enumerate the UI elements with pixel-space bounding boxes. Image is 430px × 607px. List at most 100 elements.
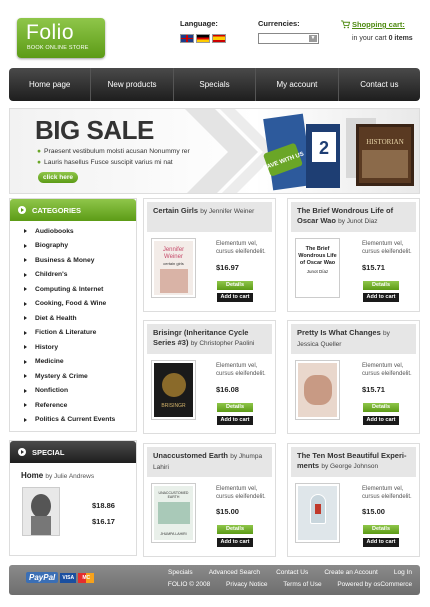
add-to-cart-button[interactable]: Add to cart bbox=[217, 293, 253, 302]
shopping-cart-link[interactable]: Shopping cart: bbox=[352, 20, 405, 29]
product-cover[interactable]: The Brief Wondrous Life of Oscar Wao Jun… bbox=[295, 238, 340, 298]
product-cover[interactable]: UNACCUSTOMED EARTH JHUMPA LAHIRI bbox=[151, 483, 196, 543]
language-label: Language: bbox=[180, 19, 218, 28]
category-item[interactable]: Medicine bbox=[10, 355, 136, 370]
footer-link-terms[interactable]: Terms of Use bbox=[283, 581, 321, 588]
bullet-icon: ● bbox=[37, 159, 42, 166]
cover-subtitle: JHUMPA LAHIRI bbox=[160, 532, 187, 536]
spanish-flag-icon[interactable] bbox=[212, 34, 226, 43]
footer-link-advanced-search[interactable]: Advanced Search bbox=[209, 569, 260, 576]
bullet-icon bbox=[24, 258, 27, 263]
svg-text:2: 2 bbox=[319, 138, 329, 158]
category-label: Reference bbox=[35, 401, 68, 409]
add-to-cart-button[interactable]: Add to cart bbox=[217, 538, 253, 547]
nav-home[interactable]: Home page bbox=[9, 68, 92, 101]
category-item[interactable]: Cooking, Food & Wine bbox=[10, 297, 136, 312]
product-cover[interactable] bbox=[295, 360, 340, 420]
paypal-logo: PayPal bbox=[26, 572, 59, 583]
add-to-cart-button[interactable]: Add to cart bbox=[217, 416, 253, 425]
german-flag-icon[interactable] bbox=[196, 34, 210, 43]
category-item[interactable]: Fiction & Literature bbox=[10, 326, 136, 341]
add-to-cart-button[interactable]: Add to cart bbox=[363, 538, 399, 547]
special-book-cover[interactable] bbox=[22, 487, 60, 536]
bullet-icon bbox=[24, 301, 27, 306]
add-to-cart-button[interactable]: Add to cart bbox=[363, 293, 399, 302]
logo[interactable]: Folio BOOK ONLINE STORE bbox=[17, 18, 105, 58]
bullet-icon bbox=[24, 403, 27, 408]
special-new-price: $16.17 bbox=[92, 517, 115, 526]
banner-bullet: Praesent vestibulum molsti acusan Nonumm… bbox=[44, 148, 190, 155]
product-desc: Elementum vel, cursus eleifendelit. bbox=[216, 485, 266, 501]
category-label: Medicine bbox=[35, 358, 64, 366]
nav-specials[interactable]: Specials bbox=[174, 68, 257, 101]
desc-line: cursus eleifendelit. bbox=[216, 494, 266, 500]
nav-new-products[interactable]: New products bbox=[91, 68, 174, 101]
category-label: Politics & Current Events bbox=[35, 416, 116, 424]
desc-line: cursus eleifendelit. bbox=[362, 249, 412, 255]
bullet-icon bbox=[24, 330, 27, 335]
footer-link-specials[interactable]: Specials bbox=[168, 569, 193, 576]
category-item[interactable]: Diet & Health bbox=[10, 311, 136, 326]
powered-by[interactable]: Powered by osCommerce bbox=[337, 581, 412, 588]
click-here-button[interactable]: click here bbox=[38, 172, 78, 183]
product-title[interactable]: Unaccustomed Earth bbox=[153, 451, 228, 460]
banner-title: BIG SALE bbox=[35, 115, 154, 145]
category-item[interactable]: Business & Money bbox=[10, 253, 136, 268]
product-desc: Elementum vel, cursus eleifendelit. bbox=[362, 362, 412, 378]
details-button[interactable]: Details bbox=[217, 281, 253, 290]
details-button[interactable]: Details bbox=[363, 403, 399, 412]
category-item[interactable]: History bbox=[10, 340, 136, 355]
desc-line: Elementum vel, bbox=[216, 241, 258, 247]
footer-link-privacy[interactable]: Privacy Notice bbox=[226, 581, 268, 588]
cart-item-count: 0 items bbox=[388, 35, 413, 42]
special-old-price: $18.86 bbox=[92, 501, 115, 510]
product-cover[interactable]: Jennifer Weiner certain girls bbox=[151, 238, 196, 298]
category-item[interactable]: Computing & Internet bbox=[10, 282, 136, 297]
category-label: Nonfiction bbox=[35, 387, 69, 395]
desc-line: cursus eleifendelit. bbox=[216, 371, 266, 377]
bullet-icon bbox=[24, 388, 27, 393]
product-title[interactable]: Pretty Is What Changes bbox=[297, 328, 381, 337]
details-button[interactable]: Details bbox=[217, 525, 253, 534]
bullet-icon bbox=[24, 316, 27, 321]
category-item[interactable]: Mystery & Crime bbox=[10, 369, 136, 384]
cover-text: The Brief Wondrous Life of Oscar Wao bbox=[298, 246, 337, 266]
category-item[interactable]: Children's bbox=[10, 268, 136, 283]
special-product-title[interactable]: Home by Julie Andrews bbox=[10, 463, 136, 480]
arrow-icon bbox=[18, 206, 26, 214]
footer-link-create-account[interactable]: Create an Account bbox=[324, 569, 377, 576]
category-label: Cooking, Food & Wine bbox=[35, 300, 107, 308]
product-price: $16.97 bbox=[216, 263, 239, 272]
category-item[interactable]: Politics & Current Events bbox=[10, 413, 136, 428]
currency-select[interactable]: ▼ bbox=[258, 33, 319, 44]
category-item[interactable]: Nonfiction bbox=[10, 384, 136, 399]
english-flag-icon[interactable] bbox=[180, 34, 194, 43]
category-item[interactable]: Audiobooks bbox=[10, 224, 136, 239]
bullet-icon bbox=[24, 374, 27, 379]
add-to-cart-button[interactable]: Add to cart bbox=[363, 416, 399, 425]
category-item[interactable]: Reference bbox=[10, 398, 136, 413]
category-label: Diet & Health bbox=[35, 314, 77, 322]
product-cover[interactable] bbox=[295, 483, 340, 543]
product-cover[interactable]: BRISINGR bbox=[151, 360, 196, 420]
category-label: Business & Money bbox=[35, 256, 95, 264]
nav-my-account[interactable]: My account bbox=[256, 68, 339, 101]
product-desc: Elementum vel, cursus eleifendelit. bbox=[216, 362, 266, 378]
footer-link-contact[interactable]: Contact Us bbox=[276, 569, 308, 576]
nav-contact-us[interactable]: Contact us bbox=[339, 68, 420, 101]
desc-line: Elementum vel, bbox=[216, 363, 258, 369]
details-button[interactable]: Details bbox=[217, 403, 253, 412]
details-button[interactable]: Details bbox=[363, 525, 399, 534]
category-label: History bbox=[35, 343, 59, 351]
footer-link-login[interactable]: Log In bbox=[394, 569, 412, 576]
product-author: by Junot Diaz bbox=[338, 218, 378, 225]
product-author: by Jennifer Weiner bbox=[200, 208, 255, 215]
product-title[interactable]: Certain Girls bbox=[153, 206, 198, 215]
category-item[interactable]: Biography bbox=[10, 239, 136, 254]
desc-line: Elementum vel, bbox=[362, 486, 404, 492]
desc-line: Elementum vel, bbox=[362, 363, 404, 369]
payment-methods: PayPal VISA MC bbox=[26, 572, 95, 583]
details-button[interactable]: Details bbox=[363, 281, 399, 290]
category-label: Computing & Internet bbox=[35, 285, 104, 293]
bullet-icon bbox=[24, 287, 27, 292]
